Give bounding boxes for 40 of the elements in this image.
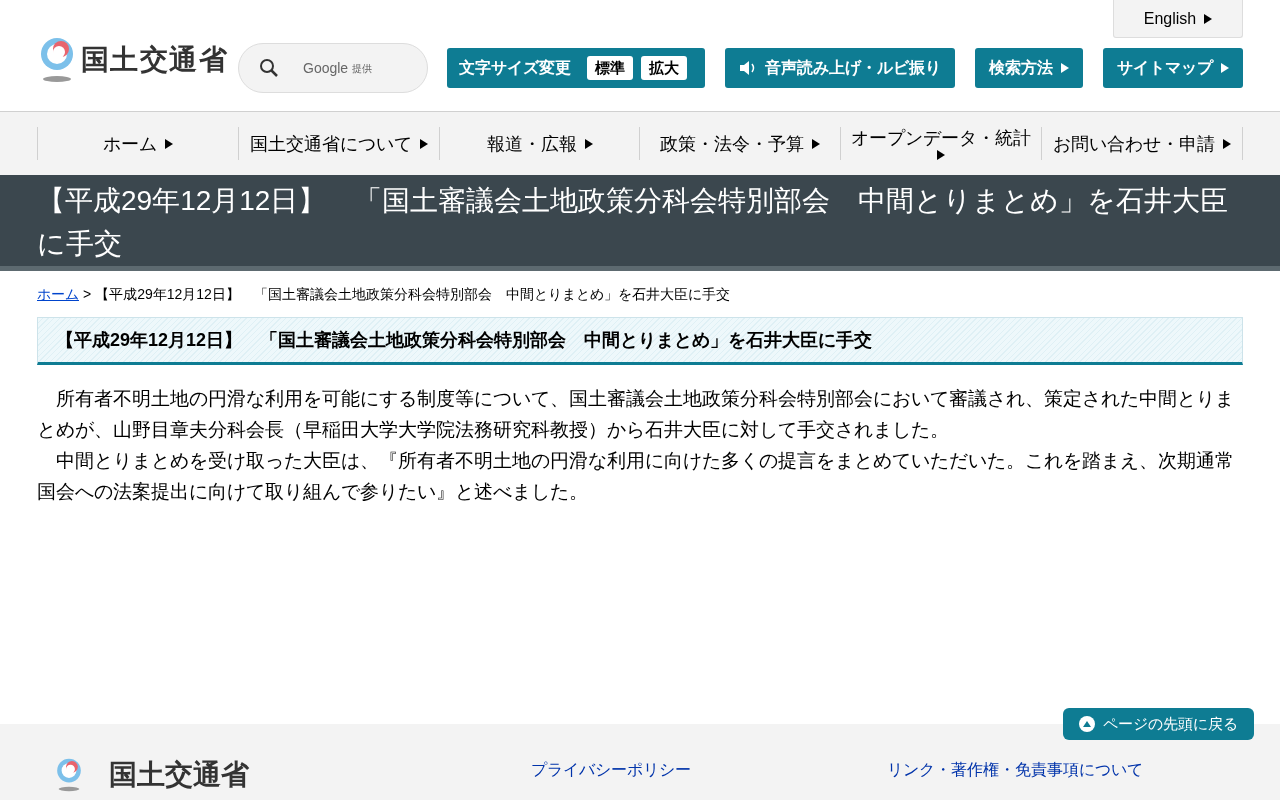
- back-to-top-button[interactable]: ページの先頭に戻る: [1063, 708, 1254, 740]
- triangle-right-icon: [1223, 138, 1232, 149]
- triangle-right-icon: [812, 138, 821, 149]
- page-title: 【平成29年12月12日】 「国土審議会土地政策分科会特別部会 中間とりまとめ」を石井大臣に手交: [37, 184, 1230, 261]
- triangle-right-icon: [584, 138, 593, 149]
- header-link-button[interactable]: 検索方法: [975, 48, 1083, 88]
- triangle-right-icon: [1221, 63, 1229, 73]
- nav-item[interactable]: オープンデータ・統計: [840, 127, 1042, 160]
- english-link[interactable]: English: [1113, 0, 1243, 38]
- footer-link[interactable]: リンク・著作権・免責事項について: [887, 758, 1243, 782]
- nav-item[interactable]: 報道・広報: [438, 127, 640, 160]
- header-link-button[interactable]: サイトマップ: [1103, 48, 1243, 88]
- up-arrow-circle-icon: [1079, 716, 1095, 732]
- footer-logo-text: 国土交通省: [109, 758, 249, 792]
- font-size-label: 文字サイズ変更: [459, 58, 571, 78]
- logo-text: 国土交通省: [81, 43, 228, 77]
- body-paragraph: 所有者不明土地の円滑な利用を可能にする制度等について、国土審議会土地政策分科会特別部会において審議され、策定された中間とりまとめが、山野目章夫分科会長（早稲田大学大学院法務研究科教授）から石井大臣に対して手交されました。: [37, 387, 1235, 442]
- search-icon: [259, 58, 279, 78]
- provider-note: 提供: [352, 61, 373, 76]
- triangle-right-icon: [419, 138, 428, 149]
- triangle-right-icon: [937, 149, 946, 160]
- font-size-option[interactable]: 標準: [587, 56, 633, 80]
- triangle-right-icon: [1204, 13, 1213, 24]
- nav-item[interactable]: 国土交通省について: [237, 127, 439, 160]
- section-heading: 【平成29年12月12日】 「国土審議会土地政策分科会特別部会 中間とりまとめ」を石井大臣に手交: [37, 317, 1243, 365]
- breadcrumb-current: 【平成29年12月12日】 「国土審議会土地政策分科会特別部会 中間とりまとめ」を石井大臣に手交: [95, 285, 730, 304]
- font-size-option[interactable]: 拡大: [641, 56, 687, 80]
- breadcrumb-separator: >: [83, 285, 92, 304]
- nav-item[interactable]: ホーム: [37, 127, 238, 160]
- search-field[interactable]: Google 提供: [238, 43, 428, 93]
- triangle-right-icon: [164, 138, 173, 149]
- nav-item[interactable]: 政策・法令・予算: [639, 127, 841, 160]
- speech-button[interactable]: 音声読み上げ・ルビ振り: [725, 48, 955, 88]
- footer-link[interactable]: プライバシーポリシー: [531, 758, 888, 782]
- body-paragraph: 中間とりまとめを受け取った大臣は、『所有者不明土地の円滑な利用に向けた多くの提言をまとめていただいた。これを踏まえ、次期通常国会への法案提出に向けて取り組んで参りたい』と述べました。: [37, 449, 1235, 504]
- breadcrumb-home-link[interactable]: ホーム: [37, 284, 79, 305]
- speaker-icon: [739, 60, 757, 76]
- google-label: Google: [303, 58, 349, 78]
- triangle-right-icon: [1061, 63, 1069, 73]
- nav-item[interactable]: お問い合わせ・申請: [1041, 127, 1243, 160]
